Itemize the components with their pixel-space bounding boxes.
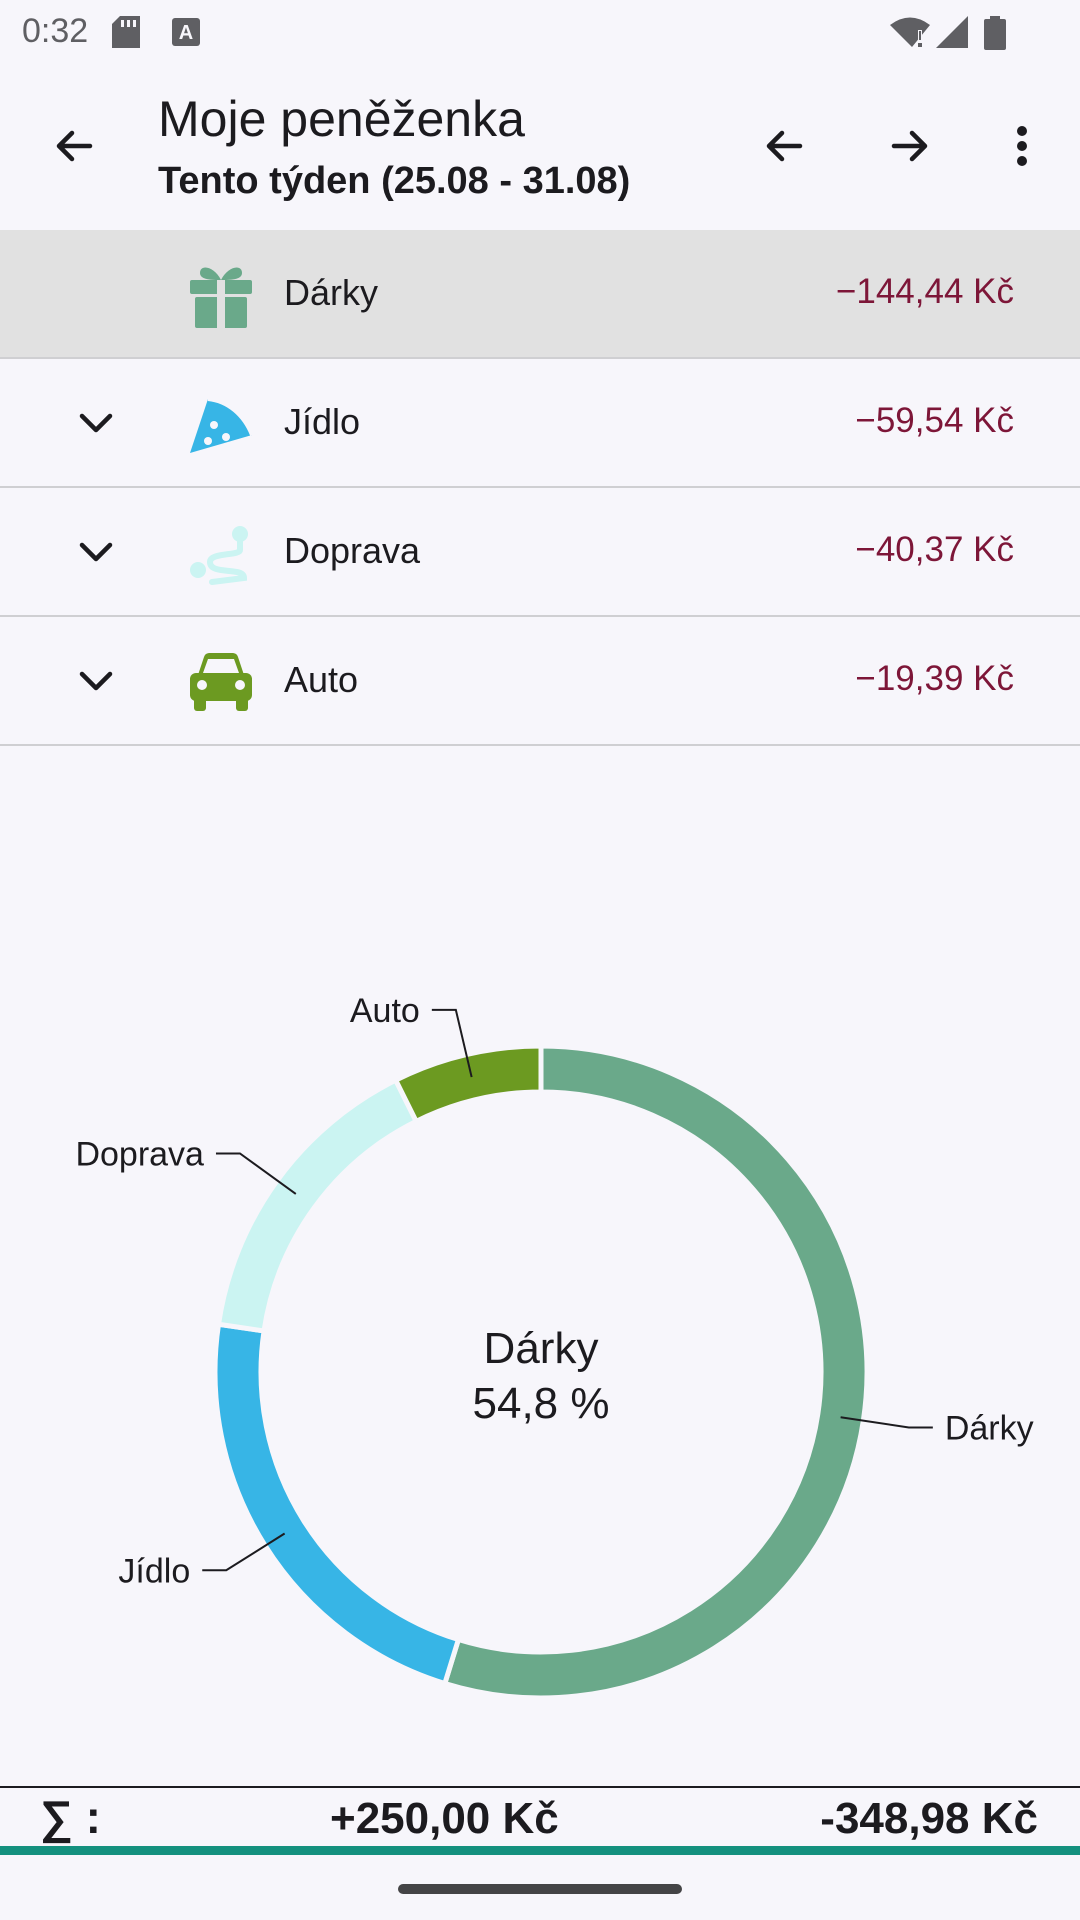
status-bar: 0:32 A	[0, 0, 1080, 64]
category-amount: −59,54 Kč	[855, 401, 1014, 440]
pizza-icon	[190, 397, 254, 453]
gift-icon	[190, 267, 252, 328]
route-icon	[190, 526, 248, 585]
chart-center-value: 54,8 %	[473, 1379, 610, 1428]
expand-button[interactable]	[60, 645, 132, 717]
keyboard-a-icon: A	[172, 16, 200, 53]
home-indicator[interactable]	[398, 1884, 682, 1894]
status-time: 0:32	[22, 12, 89, 50]
previous-period-icon	[766, 130, 803, 162]
battery-icon	[984, 16, 1006, 55]
expense-donut-chart[interactable]: Dárky Jídlo Doprava Auto Dárky 54,8 %	[0, 760, 1080, 1780]
category-row-auto[interactable]: Auto −19,39 Kč	[0, 617, 1080, 746]
chevron-down-icon	[79, 542, 113, 562]
accent-bar	[0, 1846, 1080, 1855]
category-amount: −40,37 Kč	[855, 530, 1014, 569]
next-period-button[interactable]	[874, 110, 946, 182]
category-row-darky[interactable]: Dárky −144,44 Kč	[0, 230, 1080, 359]
app-toolbar: Moje peněženka Tento týden (25.08 - 31.0…	[0, 64, 1080, 230]
chart-slice-1[interactable]	[212, 1321, 462, 1687]
category-list: Dárky −144,44 Kč Jídlo −59,54 Kč Doprava…	[0, 230, 1080, 746]
page-title: Moje peněženka	[158, 91, 525, 147]
car-icon	[190, 653, 252, 711]
category-name: Dárky	[284, 272, 379, 313]
chart-label-0: Dárky	[945, 1409, 1034, 1447]
back-button[interactable]	[38, 110, 110, 182]
chevron-down-icon	[79, 413, 113, 433]
chart-slice-2[interactable]	[215, 1076, 420, 1334]
period-subtitle: Tento týden (25.08 - 31.08)	[158, 160, 631, 202]
back-arrow-icon	[56, 130, 93, 162]
signal-icon	[936, 16, 968, 53]
chevron-down-icon	[79, 671, 113, 691]
chart-center-label: Dárky	[484, 1324, 599, 1373]
sum-symbol: ∑ :	[40, 1791, 101, 1843]
category-name: Jídlo	[284, 401, 361, 442]
category-row-doprava[interactable]: Doprava −40,37 Kč	[0, 488, 1080, 617]
sd-card-icon	[112, 16, 140, 53]
total-expense: -348,98 Kč	[820, 1794, 1038, 1843]
category-amount: −19,39 Kč	[855, 659, 1014, 698]
svg-text:A: A	[179, 22, 193, 44]
category-name: Doprava	[284, 530, 421, 571]
more-options-icon	[1017, 126, 1027, 166]
category-row-jidlo[interactable]: Jídlo −59,54 Kč	[0, 359, 1080, 488]
total-income: +250,00 Kč	[330, 1794, 559, 1843]
expand-button[interactable]	[60, 516, 132, 588]
chart-label-2: Doprava	[75, 1135, 204, 1173]
previous-period-button[interactable]	[748, 110, 820, 182]
chart-label-3: Auto	[350, 992, 420, 1030]
chart-label-1: Jídlo	[118, 1552, 190, 1590]
expand-button[interactable]	[60, 387, 132, 459]
category-name: Auto	[284, 659, 359, 700]
more-options-button[interactable]	[986, 110, 1058, 182]
next-period-icon	[891, 130, 928, 162]
chart-slice-3[interactable]	[392, 1043, 544, 1125]
wifi-alert-icon	[890, 16, 930, 53]
category-amount: −144,44 Kč	[835, 272, 1014, 311]
totals-bar: ∑ : +250,00 Kč -348,98 Kč	[0, 1786, 1080, 1846]
